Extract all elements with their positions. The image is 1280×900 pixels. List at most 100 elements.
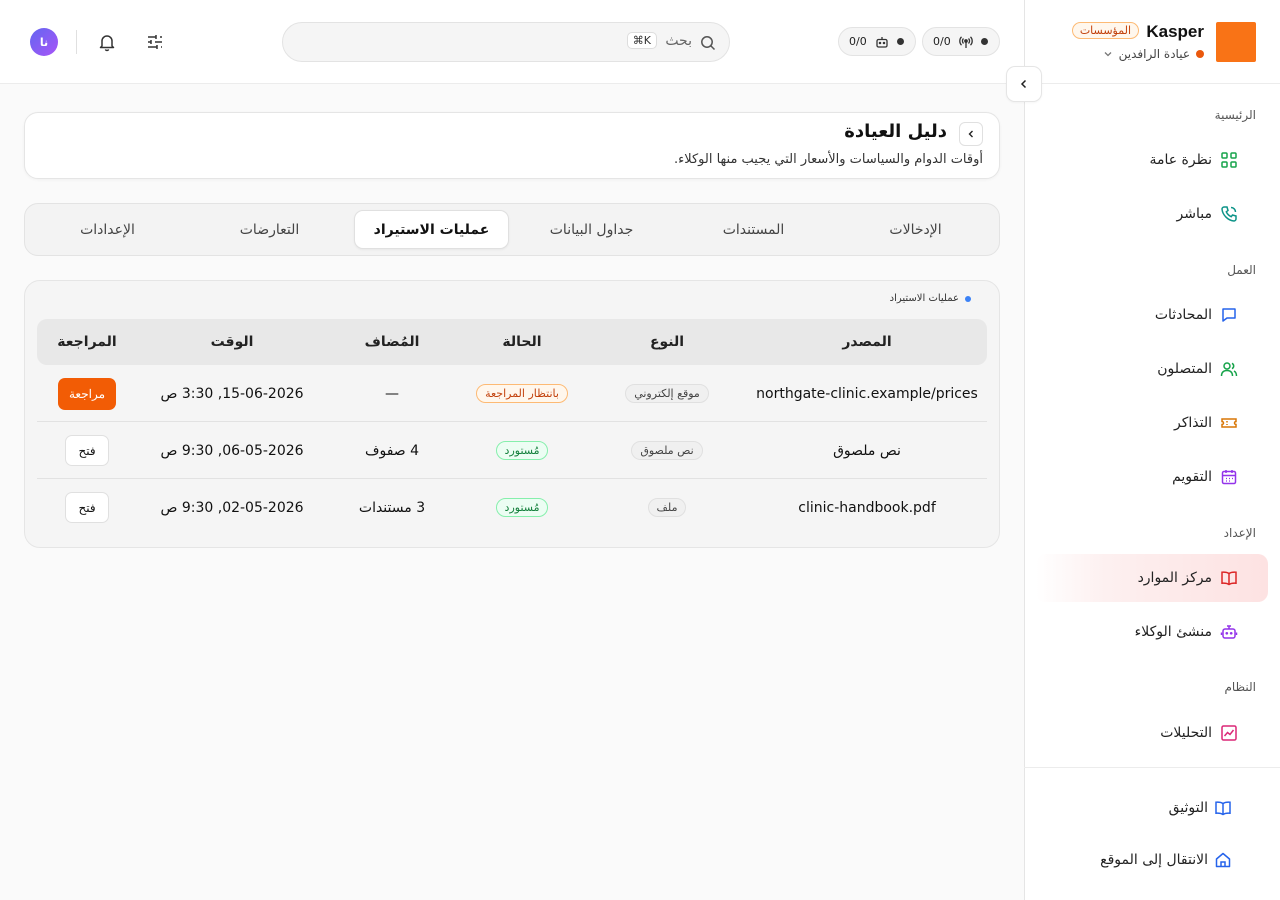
sidebar-item-label: التوثيق xyxy=(1168,800,1208,816)
sidebar-item-live[interactable]: مباشر xyxy=(1036,190,1268,238)
tab-entries[interactable]: الإدخالات xyxy=(838,210,993,249)
chevron-left-icon xyxy=(966,129,976,139)
sidebar-item-label: مباشر xyxy=(1176,206,1212,222)
type-chip: موقع إلكتروني xyxy=(625,384,709,403)
phone-icon xyxy=(1220,205,1238,223)
back-button[interactable] xyxy=(959,122,983,146)
review-button[interactable]: مراجعة xyxy=(57,377,117,410)
column-header-time: الوقت xyxy=(210,334,254,350)
search-shortcut: ⌘K xyxy=(626,32,657,49)
org-name: عيادة الرافدين xyxy=(1118,47,1190,61)
sidebar-item-label: نظرة عامة xyxy=(1149,152,1212,168)
notifications-button[interactable] xyxy=(95,30,119,54)
ticket-icon xyxy=(1220,414,1238,432)
sidebar-item-label: المحادثات xyxy=(1154,307,1212,323)
sidebar-item-conversations[interactable]: المحادثات xyxy=(1036,291,1268,339)
cell-status: بانتظار المراجعة xyxy=(457,365,587,422)
sidebar-item-docs[interactable]: التوثيق xyxy=(1036,788,1268,828)
tab-settings[interactable]: الإعدادات xyxy=(30,210,185,249)
brand-logo xyxy=(1216,22,1256,62)
cell-added: 4 صفوف xyxy=(364,442,420,459)
search-input[interactable]: بحث ⌘K xyxy=(282,22,730,62)
source-text: clinic-handbook.pdf xyxy=(798,499,936,516)
cell-source: northgate-clinic.example/prices xyxy=(747,365,987,422)
table-header: المصدر النوع الحالة المُضاف الوقت المراج… xyxy=(37,319,987,365)
antenna-icon xyxy=(958,35,973,49)
source-text: northgate-clinic.example/prices xyxy=(756,385,978,402)
sidebar-item-label: التقويم xyxy=(1172,469,1212,485)
bell-icon xyxy=(97,32,117,52)
cell-time: 15-06-2026, 3:30 ص xyxy=(160,385,304,402)
panel-label-text: عمليات الاستيراد xyxy=(889,293,959,304)
sidebar-item-label: المتصلون xyxy=(1157,361,1212,377)
sidebar-item-contacts[interactable]: المتصلون xyxy=(1036,345,1268,393)
sidebar-item-label: التذاكر xyxy=(1173,415,1212,431)
page-title: دليل العيادة xyxy=(844,121,947,142)
cell-type: نص ملصوق xyxy=(587,422,747,479)
sidebar-item-tickets[interactable]: التذاكر xyxy=(1036,399,1268,447)
sidebar-item-calendar[interactable]: التقويم xyxy=(1036,453,1268,501)
org-switcher[interactable]: عيادة الرافدين xyxy=(1103,47,1204,61)
chat-icon xyxy=(1220,306,1238,324)
users-icon xyxy=(1220,360,1238,378)
tab-documents[interactable]: المستندات xyxy=(676,210,831,249)
sidebar-item-label: الانتقال إلى الموقع xyxy=(1100,852,1208,868)
status-badge: مُستورد xyxy=(495,498,549,517)
imports-table: المصدر النوع الحالة المُضاف الوقت المراج… xyxy=(37,319,987,536)
grid-icon xyxy=(1220,151,1238,169)
cell-added: — xyxy=(385,385,399,402)
status-dot xyxy=(980,38,988,45)
open-button[interactable]: فتح xyxy=(65,435,109,466)
nav-section-work: العمل xyxy=(1227,263,1256,277)
topbar-separator xyxy=(76,30,77,54)
panel-label-dot xyxy=(965,295,971,302)
tab-spreadsheets[interactable]: جداول البيانات xyxy=(514,210,669,249)
tab-imports[interactable]: عمليات الاستيراد xyxy=(354,210,509,249)
filter-button[interactable] xyxy=(143,30,167,54)
cell-review: مراجعة xyxy=(37,365,137,422)
book-icon xyxy=(1220,569,1238,587)
search-icon xyxy=(699,34,717,52)
plan-badge: المؤسسات xyxy=(1071,22,1139,39)
sidebar-item-analytics[interactable]: التحليلات xyxy=(1036,709,1268,757)
table-row: northgate-clinic.example/prices موقع إلك… xyxy=(37,365,987,422)
status-pill-calls[interactable]: 0/0 xyxy=(922,27,1000,56)
open-button[interactable]: فتح xyxy=(65,492,109,523)
source-text: نص ملصوق xyxy=(833,442,901,459)
status-pill-value: 0/0 xyxy=(849,35,867,48)
sidebar-item-overview[interactable]: نظرة عامة xyxy=(1036,136,1268,184)
collapse-sidebar-button[interactable] xyxy=(1006,66,1042,102)
table-row: نص ملصوق نص ملصوق مُستورد 4 صفوف 06-05-2… xyxy=(37,422,987,479)
column-header-review: المراجعة xyxy=(57,334,117,350)
page-subtitle: أوقات الدوام والسياسات والأسعار التي يجي… xyxy=(673,152,983,167)
panel-label: عمليات الاستيراد xyxy=(890,293,971,304)
type-chip: ملف xyxy=(647,498,687,517)
sidebar-item-agent-builder[interactable]: منشئ الوكلاء xyxy=(1036,608,1268,656)
avatar[interactable]: نا xyxy=(30,28,58,56)
column-header-type: النوع xyxy=(649,334,685,350)
sidebar-item-label: مركز الموارد xyxy=(1137,570,1212,586)
status-badge: بانتظار المراجعة xyxy=(476,384,568,403)
sidebar-item-go-to-site[interactable]: الانتقال إلى الموقع xyxy=(1036,840,1268,880)
cell-type: موقع إلكتروني xyxy=(587,365,747,422)
column-header-source: المصدر xyxy=(842,334,892,350)
home-icon xyxy=(1214,851,1232,869)
page-header-card: دليل العيادة أوقات الدوام والسياسات والأ… xyxy=(24,112,1000,179)
robot-icon xyxy=(875,35,889,49)
status-pill-agents[interactable]: 0/0 xyxy=(838,27,916,56)
column-header-status: الحالة xyxy=(502,334,542,350)
brand-name: Kasper xyxy=(1146,22,1204,41)
table-row: clinic-handbook.pdf ملف مُستورد 3 مستندا… xyxy=(37,479,987,536)
bot-icon xyxy=(1220,623,1238,641)
book-icon xyxy=(1214,799,1232,817)
sidebar-item-label: منشئ الوكلاء xyxy=(1134,624,1212,640)
sidebar-item-resource-center[interactable]: مركز الموارد xyxy=(1036,554,1268,602)
cell-source: clinic-handbook.pdf xyxy=(747,479,987,536)
calendar-icon xyxy=(1220,468,1238,486)
sliders-icon xyxy=(145,32,165,52)
tab-conflicts[interactable]: التعارضات xyxy=(192,210,347,249)
cell-status: مُستورد xyxy=(457,422,587,479)
cell-review: فتح xyxy=(37,479,137,536)
chart-icon xyxy=(1220,724,1238,742)
column-header-added: المُضاف xyxy=(364,334,420,350)
